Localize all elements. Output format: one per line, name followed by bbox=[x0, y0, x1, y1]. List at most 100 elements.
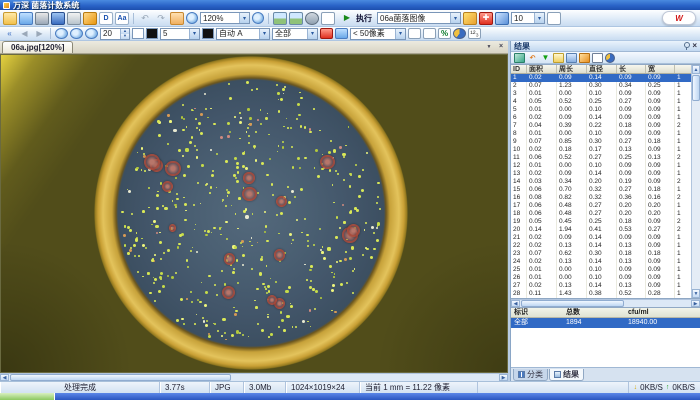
chevron-down-icon[interactable]: ▾ bbox=[534, 13, 544, 23]
column-header[interactable]: 长 bbox=[617, 65, 646, 73]
magnify-select-icon[interactable] bbox=[55, 28, 68, 39]
print-icon[interactable] bbox=[67, 12, 81, 25]
table-row[interactable]: 160.080.820.320.360.162 bbox=[511, 194, 700, 202]
table-row[interactable]: 200.141.940.410.530.272 bbox=[511, 226, 700, 234]
column-header[interactable]: 周长 bbox=[557, 65, 587, 73]
percent-icon[interactable] bbox=[438, 28, 451, 39]
column-header[interactable]: 面积 bbox=[527, 65, 557, 73]
close-icon[interactable]: × bbox=[692, 42, 697, 50]
size-select[interactable]: 5 ▾ bbox=[160, 28, 200, 40]
prev-record-icon[interactable] bbox=[18, 28, 31, 39]
column-header[interactable]: 宽 bbox=[646, 65, 675, 73]
table-horizontal-scrollbar[interactable]: ◀ ▶ bbox=[511, 299, 700, 307]
table-row[interactable]: 170.060.480.270.200.201 bbox=[511, 202, 700, 210]
table-row[interactable]: 20.071.230.300.340.251 bbox=[511, 82, 700, 90]
chevron-down-icon[interactable]: ▾ bbox=[189, 29, 199, 39]
add-marker-icon[interactable] bbox=[479, 12, 493, 25]
magnify-remove-icon[interactable] bbox=[85, 28, 98, 39]
redo-icon[interactable] bbox=[154, 12, 168, 25]
filter-icon[interactable] bbox=[540, 53, 551, 63]
viewer-horizontal-scrollbar[interactable]: ◀ ▶ bbox=[0, 373, 508, 381]
summary-row[interactable]: 全部189418940.00 bbox=[511, 318, 700, 328]
annotate-icon[interactable] bbox=[99, 12, 113, 25]
table-row[interactable]: 110.060.520.270.250.132 bbox=[511, 154, 700, 162]
results-panel-titlebar[interactable]: 结果 × bbox=[511, 41, 700, 52]
magnify-add-icon[interactable] bbox=[70, 28, 83, 39]
table-row[interactable]: 180.060.480.270.200.201 bbox=[511, 210, 700, 218]
copy-icon[interactable] bbox=[553, 53, 564, 63]
table-row[interactable]: 80.010.000.100.090.091 bbox=[511, 130, 700, 138]
marker-color-swatch[interactable] bbox=[202, 28, 214, 39]
column-header[interactable] bbox=[675, 65, 685, 73]
pixel-filter-select[interactable]: < 50像素 ▾ bbox=[350, 28, 406, 40]
chevron-down-icon[interactable]: ▾ bbox=[239, 13, 249, 23]
label-text-icon[interactable] bbox=[115, 12, 129, 25]
spin-down-icon[interactable]: ▼ bbox=[121, 34, 129, 39]
close-tab-icon[interactable] bbox=[496, 42, 506, 51]
table-row[interactable]: 90.070.850.300.270.181 bbox=[511, 138, 700, 146]
table-row[interactable]: 210.020.090.140.090.091 bbox=[511, 234, 700, 242]
analyze-mode-icon[interactable] bbox=[321, 12, 335, 25]
table-row[interactable]: 60.020.090.140.090.091 bbox=[511, 114, 700, 122]
chevron-down-icon[interactable]: ▾ bbox=[259, 29, 269, 39]
table-vertical-scrollbar[interactable]: ▲ ▼ bbox=[691, 65, 700, 298]
scroll-left-icon[interactable]: ◀ bbox=[511, 300, 520, 307]
pin-icon[interactable] bbox=[683, 42, 689, 50]
table-row[interactable]: 270.020.130.140.130.091 bbox=[511, 282, 700, 290]
split-circle-icon[interactable] bbox=[453, 28, 466, 39]
foreground-color-swatch[interactable] bbox=[146, 28, 158, 39]
zoom-tool-icon[interactable] bbox=[186, 12, 198, 24]
scroll-left-icon[interactable]: ◀ bbox=[0, 374, 9, 381]
table-row[interactable]: 260.010.000.100.090.091 bbox=[511, 274, 700, 282]
measure-icon[interactable] bbox=[495, 12, 509, 25]
table-row[interactable]: 250.010.000.100.090.091 bbox=[511, 266, 700, 274]
mode-select[interactable]: 自动 A ▾ bbox=[216, 28, 270, 40]
table-row[interactable]: 40.050.520.250.270.091 bbox=[511, 98, 700, 106]
undo-icon[interactable] bbox=[138, 12, 152, 25]
column-header[interactable]: 直径 bbox=[587, 65, 617, 73]
rect-select-icon[interactable] bbox=[592, 53, 603, 63]
edit-icon[interactable] bbox=[83, 12, 97, 25]
copy-page-icon[interactable] bbox=[423, 28, 436, 39]
image-tab[interactable]: 06a.jpg[120%] bbox=[2, 41, 73, 53]
first-record-icon[interactable] bbox=[3, 28, 16, 39]
settings-icon[interactable] bbox=[305, 12, 319, 25]
table-row[interactable]: 140.030.340.200.190.092 bbox=[511, 178, 700, 186]
zoom-in-icon[interactable] bbox=[252, 12, 264, 24]
table-row[interactable]: 70.040.390.220.180.092 bbox=[511, 122, 700, 130]
table-row[interactable]: 280.111.430.380.520.281 bbox=[511, 290, 700, 298]
scroll-up-icon[interactable]: ▲ bbox=[692, 65, 700, 74]
scroll-thumb[interactable] bbox=[521, 300, 624, 307]
background-color-swatch[interactable] bbox=[132, 28, 144, 39]
petri-dish-image[interactable] bbox=[0, 54, 508, 373]
hand-tool-icon[interactable] bbox=[170, 12, 184, 25]
pie-chart-icon[interactable] bbox=[605, 53, 615, 63]
table-row[interactable]: 220.020.130.140.130.091 bbox=[511, 242, 700, 250]
refresh-icon[interactable] bbox=[527, 53, 538, 63]
table-row[interactable]: 100.020.180.170.130.091 bbox=[511, 146, 700, 154]
numbering-icon[interactable] bbox=[468, 28, 481, 39]
capture-icon[interactable] bbox=[35, 12, 49, 25]
palette-icon[interactable] bbox=[463, 12, 477, 25]
dilution-select[interactable]: 10 ▾ bbox=[511, 12, 545, 24]
next-image-icon[interactable] bbox=[289, 12, 303, 25]
columns-icon[interactable] bbox=[566, 53, 577, 63]
export-icon[interactable] bbox=[514, 53, 525, 63]
column-header[interactable]: ID bbox=[511, 65, 527, 73]
scroll-thumb[interactable] bbox=[10, 374, 231, 381]
chevron-down-icon[interactable]: ▾ bbox=[307, 29, 317, 39]
report-icon[interactable] bbox=[547, 12, 561, 25]
table-row[interactable]: 230.070.620.300.180.181 bbox=[511, 250, 700, 258]
tab-classification[interactable]: 分类 bbox=[513, 369, 548, 381]
draw-icon[interactable] bbox=[579, 53, 590, 63]
threshold-spinner[interactable]: 20 ▲▼ bbox=[100, 28, 130, 40]
chevron-down-icon[interactable]: ▾ bbox=[450, 13, 460, 23]
table-row[interactable]: 10.020.090.140.090.091 bbox=[511, 74, 700, 82]
new-page-icon[interactable] bbox=[408, 28, 421, 39]
import-icon[interactable] bbox=[19, 12, 33, 25]
table-row[interactable]: 240.020.130.140.130.091 bbox=[511, 258, 700, 266]
zoom-level-select[interactable]: 120% ▾ bbox=[200, 12, 250, 24]
save-icon[interactable] bbox=[51, 12, 65, 25]
scope-select[interactable]: 全部 ▾ bbox=[272, 28, 318, 40]
open-file-icon[interactable] bbox=[3, 12, 17, 25]
